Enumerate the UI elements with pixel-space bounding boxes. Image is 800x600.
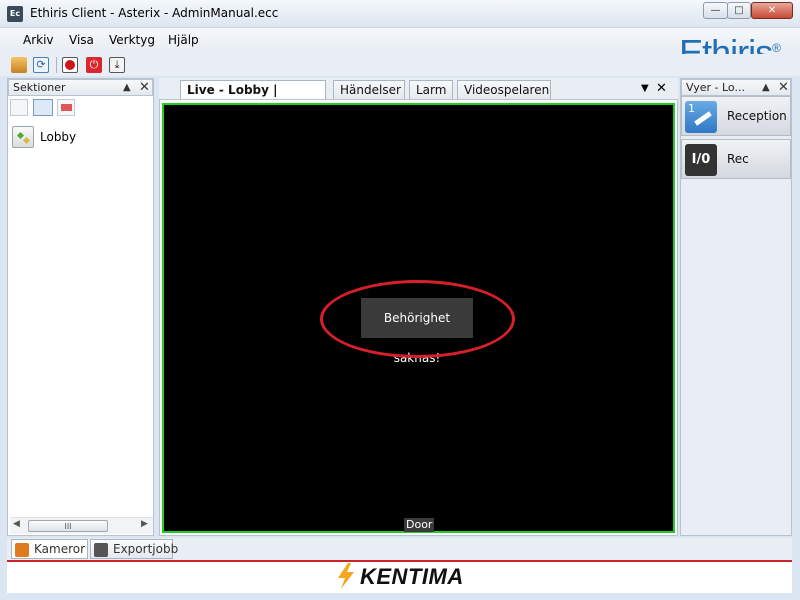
close-panel-icon[interactable]: ✕ [139,80,150,95]
minimize-button[interactable]: — [703,2,728,19]
view-label: Rec [727,152,749,166]
export-job-icon [94,543,108,557]
tab-videospelaren[interactable]: Videospelaren [457,80,551,100]
tree-view-icon[interactable] [10,99,28,116]
toolbar-divider [56,57,57,73]
title-bar: Ec Ethiris Client - Asterix - AdminManua… [0,0,800,28]
view-button-reception[interactable]: 1 Reception [681,96,791,136]
record-icon [65,60,75,70]
io-icon: I/0 [685,144,717,176]
tree-item-label: Lobby [40,130,77,144]
record-button[interactable] [62,57,78,73]
tree-item-lobby[interactable]: Lobby [12,126,122,150]
scroll-right-icon[interactable]: ▶ [141,519,148,529]
view-icon-pencil [694,111,712,126]
scroll-thumb[interactable]: III [28,520,108,532]
tab-kameror[interactable]: Kameror [11,539,88,559]
sections-panel-header: Sektioner ▲ ✕ [8,79,153,96]
menu-verktyg[interactable]: Verktyg [109,33,155,47]
kentima-logo: KENTIMA [360,564,464,589]
sections-panel-title: Sektioner [13,81,66,94]
menu-hjalp[interactable]: Hjälp [168,33,199,47]
tab-exportjobb[interactable]: Exportjobb [90,539,178,559]
close-tab-icon[interactable]: ✕ [656,81,667,96]
views-panel-header: Vyer - Lo... ▲ ✕ [681,79,791,96]
section-icon [12,126,34,148]
camera-icon [15,543,29,557]
export-icon[interactable]: ⤓ [109,57,125,73]
window-title: Ethiris Client - Asterix - AdminManual.e… [30,6,279,20]
view-edit-icon: 1 [685,101,717,133]
maximize-button[interactable]: □ [727,2,751,19]
sections-panel: Sektioner ▲ ✕ Lobby ◀ III ▶ [7,78,154,536]
kentima-bolt-icon [338,563,354,589]
close-panel-icon[interactable]: ✕ [778,80,789,95]
bottom-tab-strip: Kameror Exportjobb [7,538,792,560]
tab-live[interactable]: Live - Lobby | Reception [180,80,326,116]
view-icon-number: 1 [688,102,695,115]
power-icon[interactable]: ⏻ [86,57,102,73]
highlight-annotation-ring [320,280,515,358]
view-button-rec[interactable]: I/0 Rec [681,139,791,179]
tab-menu-dropdown-icon[interactable]: ▼ [641,83,649,94]
maximize-icon: □ [734,5,744,16]
tab-exportjobb-label: Exportjobb [113,542,179,556]
list-view-icon[interactable] [33,99,53,116]
section-icon-yellow [22,136,31,145]
detail-view-glyph [61,104,72,111]
tab-kameror-label: Kameror [34,542,86,556]
pin-icon[interactable]: ▲ [123,80,131,96]
open-folder-icon[interactable] [11,57,27,73]
section-icon-green [16,131,25,140]
toolbar: ⟳ ⏻ ⤓ [0,54,800,76]
logo-registered-mark: ® [772,41,781,55]
scroll-left-icon[interactable]: ◀ [13,519,20,529]
camera-name-label: Door [404,518,435,532]
views-panel-title: Vyer - Lo... [686,81,745,94]
view-label: Reception [727,109,787,123]
menu-arkiv[interactable]: Arkiv [23,33,54,47]
close-icon: ✕ [767,5,777,16]
horizontal-scrollbar[interactable]: ◀ III ▶ [10,517,153,534]
menu-visa[interactable]: Visa [69,33,94,47]
refresh-icon[interactable]: ⟳ [33,57,49,73]
close-window-button[interactable]: ✕ [751,2,793,19]
app-icon: Ec [7,6,23,22]
tab-handelser[interactable]: Händelser [333,80,405,100]
pin-icon[interactable]: ▲ [762,80,770,96]
minimize-icon: — [710,5,721,16]
detail-view-icon[interactable] [57,99,75,116]
tab-larm[interactable]: Larm [409,80,453,100]
